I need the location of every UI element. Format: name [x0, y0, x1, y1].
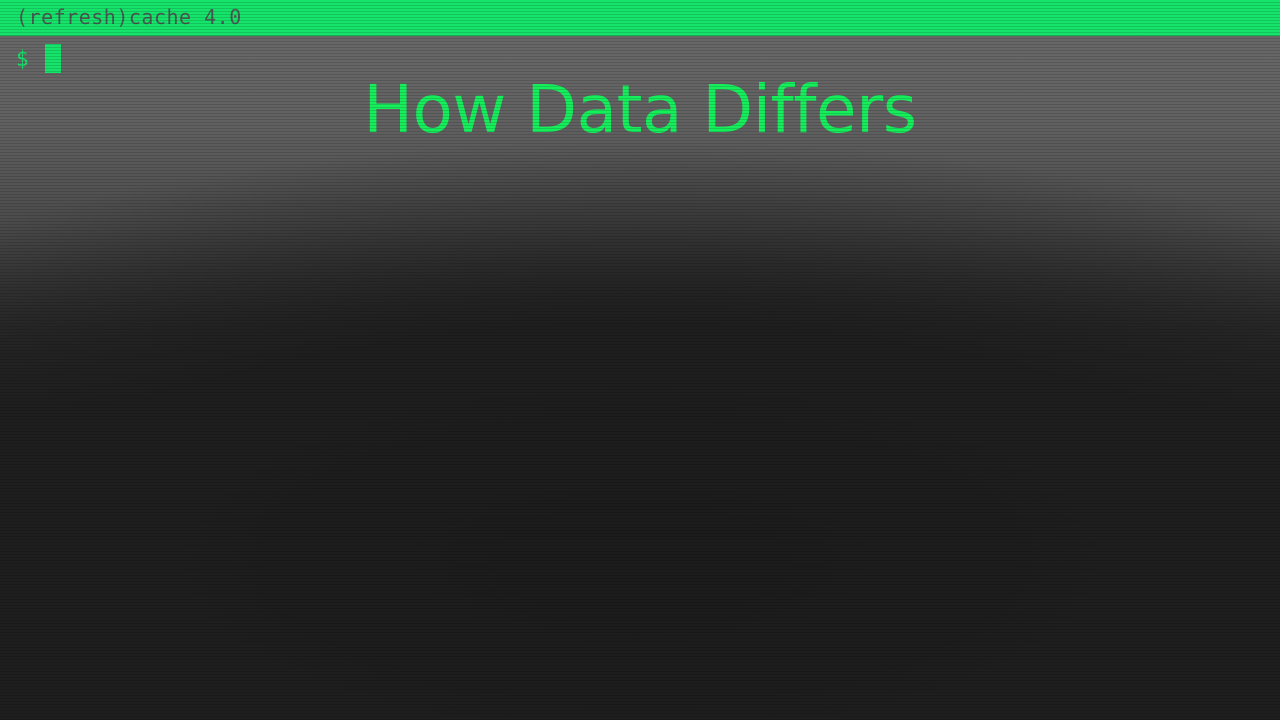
- prompt-symbol: $: [16, 47, 29, 71]
- terminal-screen: (refresh)cache 4.0 $ How Data Differs: [0, 0, 1280, 720]
- title-bar: (refresh)cache 4.0: [0, 0, 1280, 36]
- window-title: (refresh)cache 4.0: [16, 5, 242, 29]
- slide-heading: How Data Differs: [363, 71, 917, 148]
- text-cursor: [45, 44, 61, 73]
